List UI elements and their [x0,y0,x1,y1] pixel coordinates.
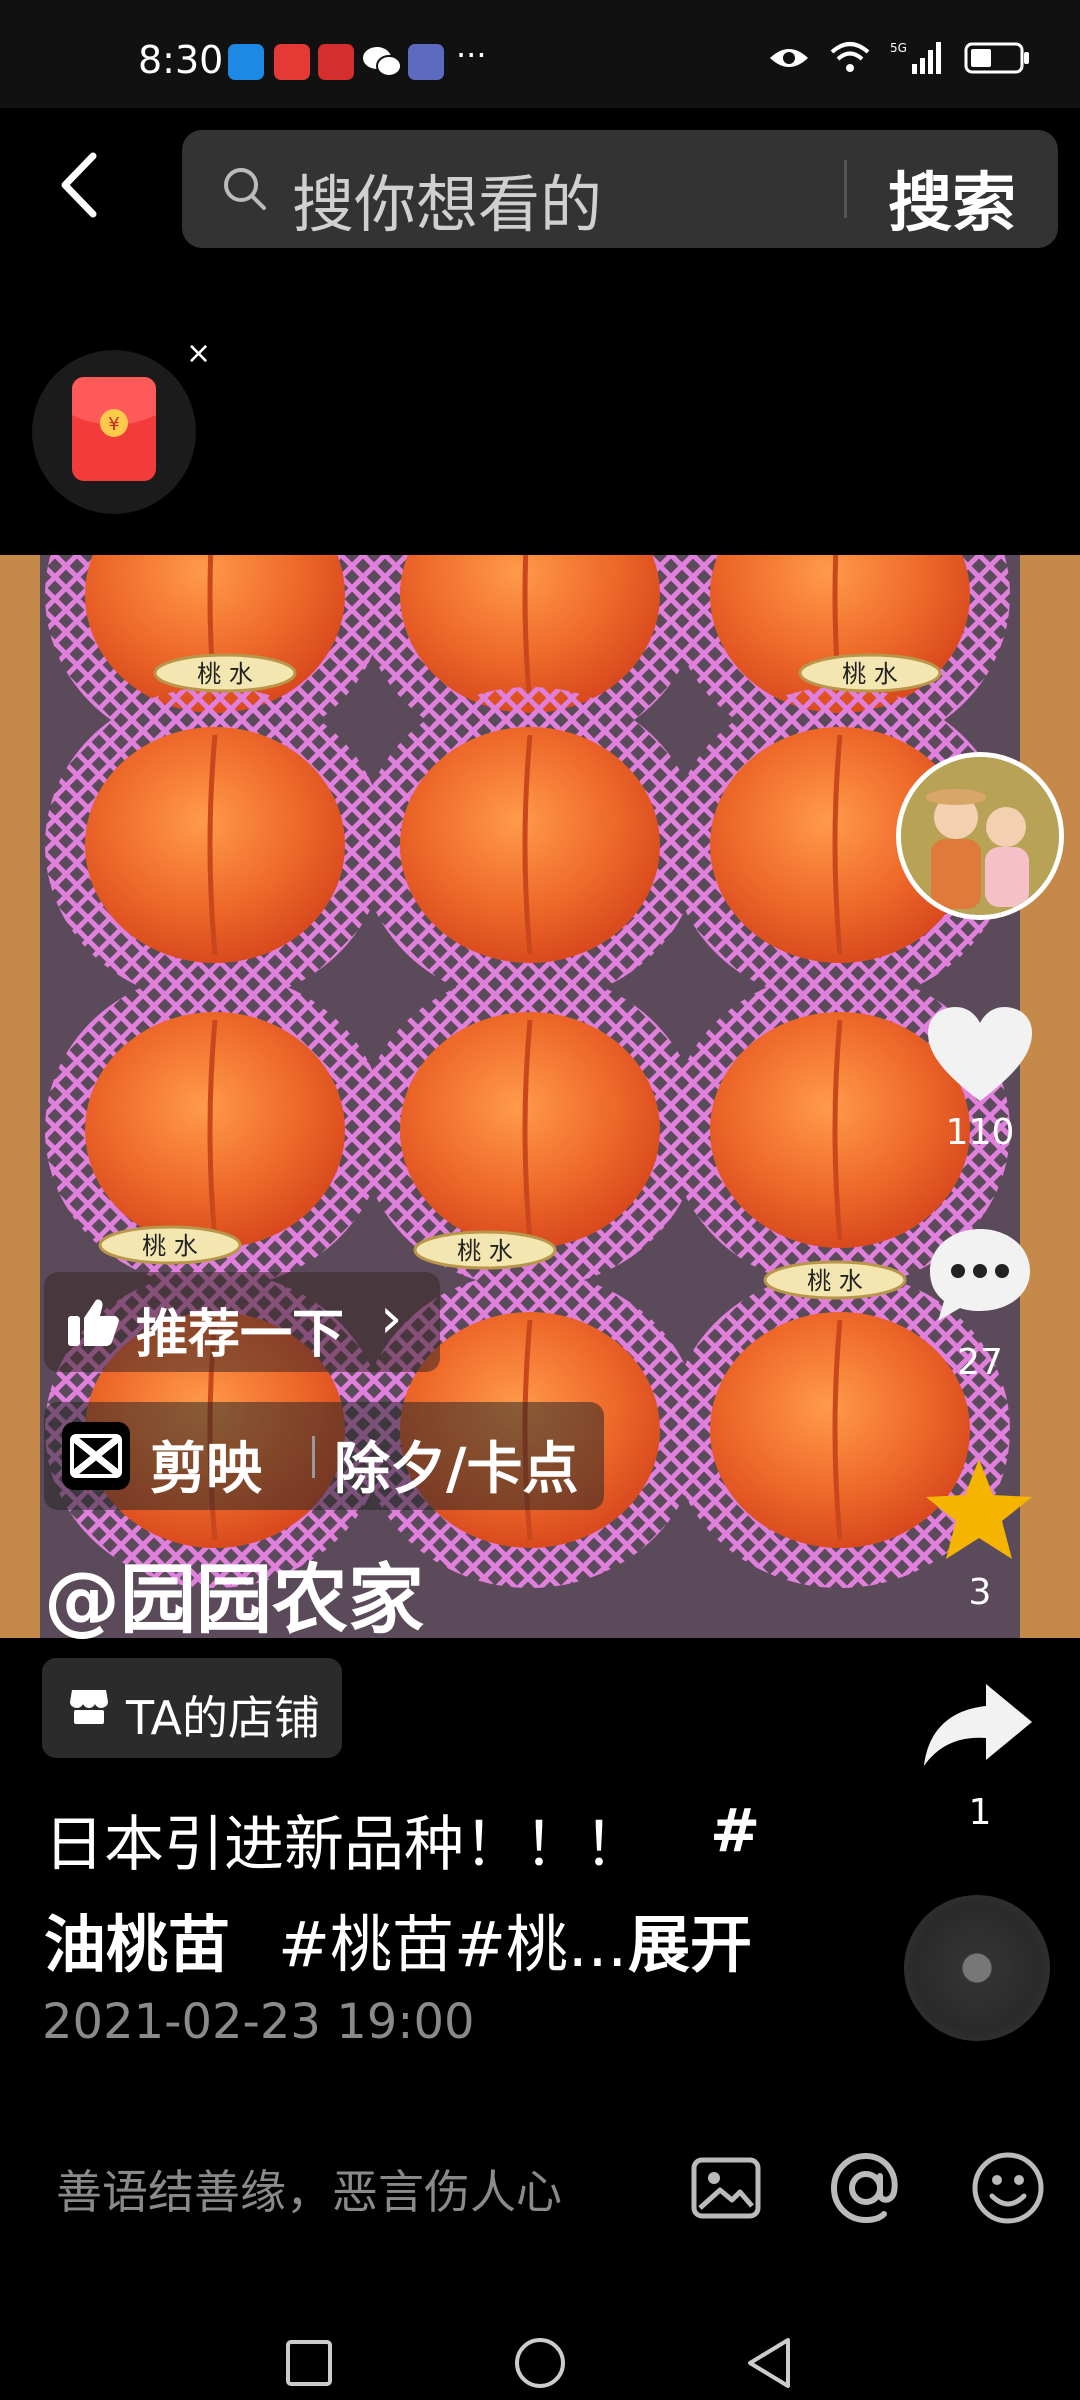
heart-app-icon [318,44,354,80]
yuan-symbol: ¥ [108,414,119,435]
like-button[interactable] [926,1005,1034,1109]
eye-icon [770,49,808,67]
fruit-label-text: 桃 水 [842,660,898,688]
battery-icon [964,42,1029,74]
recommend-label: 推荐一下 [136,1305,345,1365]
back-button[interactable] [55,150,115,230]
search-bar[interactable]: 搜你想看的 搜索 [182,130,1058,248]
recommend-button[interactable]: 推荐一下 › [44,1272,440,1372]
more-notifications: ··· [456,36,487,74]
at-sign-icon [830,2152,898,2224]
description-hashtags[interactable]: #桃苗#桃... [278,1894,627,1984]
capcut-icon [62,1422,130,1490]
wifi-icon [830,42,870,72]
capcut-template-name: 除夕/卡点 [334,1437,579,1502]
status-icons: 5G [768,40,1030,76]
like-count: 110 [945,1112,1015,1153]
chevron-right-icon: › [380,1286,403,1351]
svg-text:5G: 5G [890,41,907,55]
comment-icon [930,1229,1030,1321]
comment-input[interactable]: 善语结善缘，恶言伤人心 [56,2156,562,2222]
share-arrow-icon [924,1684,1032,1766]
comment-button[interactable] [926,1225,1034,1329]
search-button[interactable]: 搜索 [888,152,1016,244]
shop-label: TA的店铺 [126,1691,320,1745]
music-disc-icon[interactable] [904,1895,1050,2041]
back-triangle-icon[interactable] [744,2336,794,2390]
author-name[interactable]: @园园农家 [44,1538,424,1648]
fruit-label-text: 桃 水 [142,1232,198,1260]
search-input[interactable]: 搜你想看的 [292,154,602,244]
capcut-divider [312,1436,315,1478]
system-nav-bar [0,2290,1080,2400]
home-circle-icon[interactable] [513,2336,567,2390]
store-icon [70,1690,108,1724]
description-line1: 日本引进新品种！！！ [44,1810,644,1880]
wechat-icon [362,44,402,84]
fruit-label-text: 桃 水 [457,1237,513,1265]
image-icon [691,2157,761,2219]
chevron-left-icon [61,152,97,218]
expand-button[interactable]: 展开 [628,1894,752,1984]
smiley-icon [972,2152,1044,2224]
search-divider [844,160,847,218]
capcut-label: 剪映 [150,1437,262,1502]
music-app-icon [408,44,444,80]
image-button[interactable] [690,2152,762,2228]
recents-square-icon[interactable] [284,2338,334,2388]
signal-icon: 5G [890,41,941,74]
comment-count: 27 [957,1342,1003,1383]
description-hashtag-mark[interactable]: # [710,1796,760,1866]
favorite-count: 3 [968,1572,992,1613]
fruit-label-text: 桃 水 [197,660,253,688]
fruit-label-text: 桃 水 [807,1267,863,1295]
thumbs-up-icon [68,1299,119,1346]
share-count: 1 [968,1792,992,1833]
heart-icon [928,1007,1032,1101]
author-avatar[interactable] [896,752,1064,920]
search-icon [224,168,266,210]
status-bar: 8:30 ··· 5G [0,0,1080,108]
red-packet-close-button[interactable]: × [186,336,211,371]
post-date: 2021-02-23 19:00 [42,1994,475,2050]
emoji-button[interactable] [970,2150,1046,2230]
shop-button[interactable]: TA的店铺 [42,1658,342,1758]
star-icon [926,1459,1032,1559]
app-notification-icon [228,44,264,80]
book-app-icon [274,44,310,80]
capcut-template-tag[interactable]: 剪映 除夕/卡点 [44,1402,604,1510]
description-hashtag-bold[interactable]: 油桃苗 [44,1894,230,1984]
red-packet-icon[interactable]: ¥ [72,377,156,481]
favorite-button[interactable] [922,1455,1036,1569]
mention-button[interactable] [828,2150,904,2230]
status-time: 8:30 [138,38,224,82]
share-button[interactable] [920,1680,1036,1774]
